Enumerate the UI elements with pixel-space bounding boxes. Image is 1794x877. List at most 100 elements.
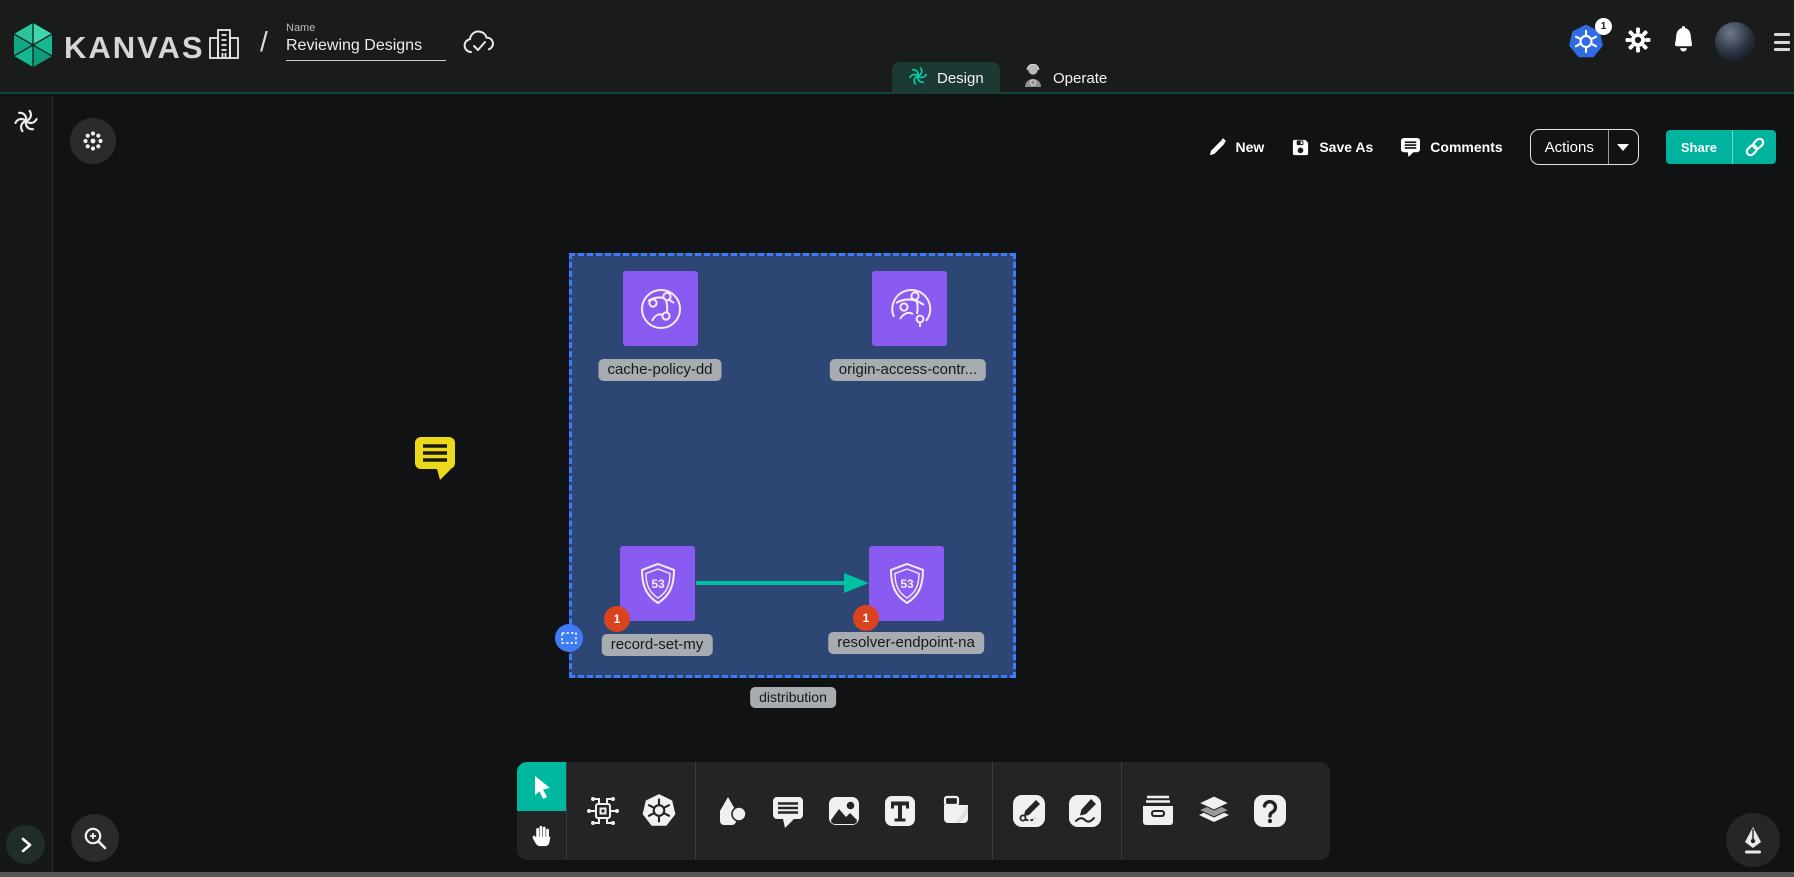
node-origin-access-control[interactable] xyxy=(872,271,947,346)
kubernetes-context-count-badge: 1 xyxy=(1595,18,1612,35)
chevron-down-icon xyxy=(1617,144,1629,151)
new-button-label: New xyxy=(1236,139,1265,155)
question-mark-icon xyxy=(1252,793,1288,829)
pen-nib-icon xyxy=(1739,825,1767,855)
image-tool-button[interactable] xyxy=(825,792,863,830)
tools-dock xyxy=(517,762,1330,860)
node-label-cache-policy[interactable]: cache-policy-dd xyxy=(598,359,721,381)
kubernetes-tool-button[interactable] xyxy=(640,792,678,830)
node-label-origin-access[interactable]: origin-access-contr... xyxy=(830,359,986,381)
annotation-tools-group xyxy=(696,762,992,860)
help-button[interactable] xyxy=(1251,792,1289,830)
tab-design[interactable]: Design xyxy=(892,62,1000,94)
text-tool-button[interactable] xyxy=(881,792,919,830)
cloudfront-globe-origin-icon xyxy=(884,283,936,335)
shapes-tool-button[interactable] xyxy=(713,792,751,830)
comments-button[interactable]: Comments xyxy=(1400,137,1502,157)
pan-tool-button[interactable] xyxy=(517,811,566,860)
tab-operate-label: Operate xyxy=(1053,70,1107,87)
svg-text:53: 53 xyxy=(651,577,665,591)
drawer-icon xyxy=(1139,794,1177,828)
cursor-arrow-icon xyxy=(530,774,554,800)
pencil-icon xyxy=(1208,138,1227,157)
comments-button-label: Comments xyxy=(1430,139,1502,155)
text-icon xyxy=(882,793,918,829)
copy-link-button[interactable] xyxy=(1732,130,1776,164)
meshery-spiral-icon[interactable] xyxy=(13,108,39,139)
node-cache-policy[interactable] xyxy=(623,271,698,346)
meshsync-chip-button[interactable] xyxy=(584,792,622,830)
layers-button[interactable] xyxy=(1195,792,1233,830)
comment-tool-icon xyxy=(770,794,806,828)
helm-wheel-icon xyxy=(640,792,678,830)
share-split-button[interactable]: Share xyxy=(1666,130,1776,164)
comment-icon xyxy=(1400,137,1421,157)
kanvas-app: KANVAS / Name xyxy=(0,0,1794,877)
infra-tools-group xyxy=(567,762,695,860)
group-label-distribution[interactable]: distribution xyxy=(750,687,836,708)
canvas-comment-marker[interactable] xyxy=(413,433,461,481)
actions-split-button[interactable]: Actions xyxy=(1530,129,1639,165)
components-drawer-button[interactable] xyxy=(1139,792,1177,830)
sticky-note-tool-button[interactable] xyxy=(937,792,975,830)
left-sidebar xyxy=(0,96,53,877)
settings-button[interactable] xyxy=(1624,26,1652,59)
logo-text: KANVAS xyxy=(64,30,205,66)
design-name-field: Name xyxy=(286,22,450,61)
canvas-options-button[interactable] xyxy=(70,118,116,164)
sticky-note-icon xyxy=(938,793,974,829)
operator-person-icon xyxy=(1022,64,1044,92)
save-as-button-label: Save As xyxy=(1319,139,1373,155)
new-button[interactable]: New xyxy=(1208,138,1265,157)
edge-record-to-resolver[interactable] xyxy=(696,570,872,596)
group-select-handle[interactable] xyxy=(555,624,583,652)
menu-hamburger-icon[interactable] xyxy=(1774,31,1788,53)
chevron-right-icon xyxy=(19,837,33,853)
expand-sidebar-button[interactable] xyxy=(6,825,45,864)
pen-path-tool-button[interactable] xyxy=(1010,792,1048,830)
breadcrumb-separator: / xyxy=(260,26,268,58)
image-icon xyxy=(826,793,862,829)
bottom-scrollbar[interactable] xyxy=(0,872,1794,877)
chip-icon xyxy=(585,793,621,829)
node-record-set[interactable]: 53 xyxy=(620,546,695,621)
kubernetes-context-button[interactable]: 1 xyxy=(1567,23,1605,61)
comment-tool-button[interactable] xyxy=(769,792,807,830)
zoom-in-button[interactable] xyxy=(71,814,119,862)
error-count-badge[interactable]: 1 xyxy=(604,606,630,632)
actions-dropdown-toggle[interactable] xyxy=(1608,129,1638,165)
header: KANVAS / Name xyxy=(0,0,1794,94)
notifications-bell-button[interactable] xyxy=(1671,26,1696,58)
actions-button-label: Actions xyxy=(1531,139,1608,156)
tab-design-label: Design xyxy=(937,70,984,87)
hand-icon xyxy=(529,823,555,849)
organization-icon[interactable] xyxy=(208,26,240,67)
meshery-spiral-green-icon xyxy=(908,66,928,90)
annotation-pen-button[interactable] xyxy=(1726,813,1780,867)
tab-operate[interactable]: Operate xyxy=(1006,62,1123,94)
route53-shield-icon: 53 xyxy=(632,558,684,610)
pencil-draw-tool-button[interactable] xyxy=(1066,792,1104,830)
flower-dots-icon xyxy=(81,129,105,153)
save-as-button[interactable]: Save As xyxy=(1291,138,1373,157)
dashed-rect-icon xyxy=(561,632,577,644)
pen-path-icon xyxy=(1011,793,1047,829)
link-icon xyxy=(1744,136,1766,158)
design-actions-bar: New Save As Comments Actions xyxy=(1208,128,1776,166)
node-resolver-endpoint[interactable]: 53 xyxy=(869,546,944,621)
pencil-scribble-icon xyxy=(1067,793,1103,829)
library-tools-group xyxy=(1122,762,1306,860)
design-name-label: Name xyxy=(286,22,450,34)
user-avatar[interactable] xyxy=(1715,22,1755,62)
design-name-input[interactable] xyxy=(286,34,446,61)
node-label-resolver-endpoint[interactable]: resolver-endpoint-na xyxy=(828,632,984,654)
node-label-record-set[interactable]: record-set-my xyxy=(602,634,713,656)
layers-icon xyxy=(1195,792,1233,830)
drawing-tools-group xyxy=(993,762,1121,860)
error-count-badge[interactable]: 1 xyxy=(853,605,879,631)
magnifier-plus-icon xyxy=(82,825,108,851)
shapes-icon xyxy=(714,793,750,829)
logo[interactable]: KANVAS xyxy=(12,22,205,73)
save-floppy-icon xyxy=(1291,138,1310,157)
select-tool-button[interactable] xyxy=(517,762,566,811)
